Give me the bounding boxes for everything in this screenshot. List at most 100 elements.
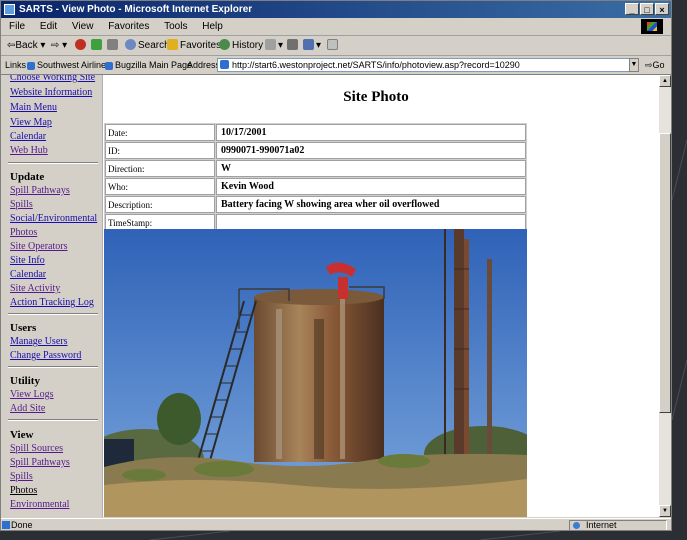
refresh-button[interactable] (91, 36, 104, 55)
go-arrow-icon: ⇨ (645, 60, 653, 70)
sidebar-link-change-password[interactable]: Change Password (10, 350, 81, 361)
address-bar: Links Southwest Airlines Bugzilla Main P… (1, 56, 671, 75)
table-row: Description: Battery facing W showing ar… (105, 196, 526, 213)
field-label-who: Who: (105, 178, 215, 195)
sidebar-link-view-photos[interactable]: Photos (10, 485, 37, 496)
minimize-button[interactable]: _ (625, 3, 639, 15)
sidebar-link-view-logs[interactable]: View Logs (10, 389, 54, 400)
sidebar-link-choose-working-site[interactable]: Choose Working Site (10, 75, 95, 83)
status-bar: Done Internet (1, 518, 671, 530)
windows-logo-icon (641, 19, 663, 34)
stop-button[interactable] (75, 36, 88, 55)
main-content: Site Photo Date: 10/17/2001 ID: 0990071-… (104, 75, 659, 517)
address-input[interactable]: http://start6.westonproject.net/SARTS/in… (217, 58, 637, 72)
address-label: Address (187, 60, 221, 70)
ie-icon (4, 4, 15, 15)
mail-button[interactable]: ▾ (265, 36, 283, 55)
table-row: Direction: W (105, 160, 526, 177)
sidebar-link-update-site-info[interactable]: Site Info (10, 255, 45, 266)
refresh-icon (91, 39, 102, 50)
sidebar-divider (8, 313, 98, 315)
sidebar-section-users: Users (10, 322, 37, 334)
sidebar-link-website-information[interactable]: Website Information (10, 87, 92, 98)
sidebar-section-update: Update (10, 171, 45, 183)
table-row: ID: 0990071-990071a02 (105, 142, 526, 159)
sidebar-link-calendar[interactable]: Calendar (10, 131, 46, 142)
sidebar-link-main-menu[interactable]: Main Menu (10, 102, 57, 113)
sidebar-link-update-photos[interactable]: Photos (10, 227, 37, 238)
field-value-description: Battery facing W showing area wher oil o… (216, 196, 526, 213)
menu-help[interactable]: Help (202, 21, 223, 32)
favorites-button[interactable]: Favorites (167, 36, 221, 55)
sidebar-link-add-site[interactable]: Add Site (10, 403, 45, 414)
menu-edit[interactable]: Edit (40, 21, 57, 32)
browser-window: SARTS - View Photo - Microsoft Internet … (0, 0, 672, 531)
sidebar-link-update-site-activity[interactable]: Site Activity (10, 283, 60, 294)
page-viewport: Choose Working Site Website Information … (1, 75, 671, 517)
menu-favorites[interactable]: Favorites (108, 21, 149, 32)
go-button[interactable]: ⇨Go (645, 56, 665, 74)
sidebar-link-view-environmental[interactable]: Environmental (10, 499, 69, 510)
sidebar-link-web-hub[interactable]: Web Hub (10, 145, 48, 156)
forward-button[interactable]: ⇨ ▾ (51, 36, 67, 55)
sidebar-link-manage-users[interactable]: Manage Users (10, 336, 67, 347)
stop-icon (75, 39, 86, 50)
favorites-icon (167, 39, 178, 50)
standard-toolbar: ⇦Back ▾ ⇨ ▾ Search Favorites History ▾ ▾ (1, 36, 671, 56)
page-icon (2, 521, 10, 529)
menu-bar: File Edit View Favorites Tools Help (1, 18, 671, 36)
sidebar-link-view-map[interactable]: View Map (10, 117, 52, 128)
scroll-up-button[interactable]: ▲ (659, 75, 671, 87)
field-label-id: ID: (105, 142, 215, 159)
scroll-thumb[interactable] (659, 133, 671, 413)
field-label-description: Description: (105, 196, 215, 213)
sidebar-link-update-spill-pathways[interactable]: Spill Pathways (10, 185, 70, 196)
print-icon (287, 39, 298, 50)
sidebar-link-update-calendar[interactable]: Calendar (10, 269, 46, 280)
link-southwest-airlines[interactable]: Southwest Airlines (27, 56, 111, 74)
sidebar-link-update-action-tracking-log[interactable]: Action Tracking Log (10, 297, 94, 308)
sidebar-section-utility: Utility (10, 375, 40, 387)
sidebar-link-update-site-operators[interactable]: Site Operators (10, 241, 68, 252)
sidebar-link-update-social-environmental[interactable]: Social/Environmental (10, 213, 97, 224)
vertical-scrollbar[interactable]: ▲ ▼ (659, 75, 671, 517)
back-button[interactable]: ⇦Back ▾ (7, 36, 45, 55)
home-button[interactable] (107, 36, 120, 55)
home-icon (107, 39, 118, 50)
field-value-who: Kevin Wood (216, 178, 526, 195)
table-row: Date: 10/17/2001 (105, 124, 526, 141)
sidebar-divider (8, 419, 98, 421)
history-button[interactable]: History (219, 36, 263, 55)
maximize-button[interactable]: □ (640, 3, 654, 15)
link-bugzilla-main-page[interactable]: Bugzilla Main Page (105, 56, 192, 74)
search-icon (125, 39, 136, 50)
discuss-button[interactable] (327, 36, 340, 55)
title-bar: SARTS - View Photo - Microsoft Internet … (1, 1, 671, 18)
menu-file[interactable]: File (9, 21, 25, 32)
history-icon (219, 39, 230, 50)
address-dropdown-button[interactable]: ▼ (629, 58, 639, 72)
field-label-direction: Direction: (105, 160, 215, 177)
sidebar-divider (8, 366, 98, 368)
menu-view[interactable]: View (72, 21, 94, 32)
mail-icon (265, 39, 276, 50)
sidebar-link-view-spills[interactable]: Spills (10, 471, 33, 482)
field-label-date: Date: (105, 124, 215, 141)
globe-icon (573, 522, 580, 529)
page-icon (27, 62, 35, 70)
sidebar-link-view-spill-pathways[interactable]: Spill Pathways (10, 457, 70, 468)
scroll-down-button[interactable]: ▼ (659, 505, 671, 517)
sidebar-link-view-spill-sources[interactable]: Spill Sources (10, 443, 63, 454)
page-icon (220, 60, 229, 69)
sidebar-link-update-spills[interactable]: Spills (10, 199, 33, 210)
table-row: Who: Kevin Wood (105, 178, 526, 195)
close-button[interactable]: × (655, 3, 669, 15)
print-button[interactable] (287, 36, 300, 55)
search-button[interactable]: Search (125, 36, 170, 55)
address-url: http://start6.westonproject.net/SARTS/in… (232, 60, 520, 70)
security-zone: Internet (569, 520, 667, 530)
edit-button[interactable]: ▾ (303, 36, 321, 55)
menu-tools[interactable]: Tools (164, 21, 187, 32)
sidebar-divider (8, 162, 98, 164)
sidebar-section-view: View (10, 429, 34, 441)
